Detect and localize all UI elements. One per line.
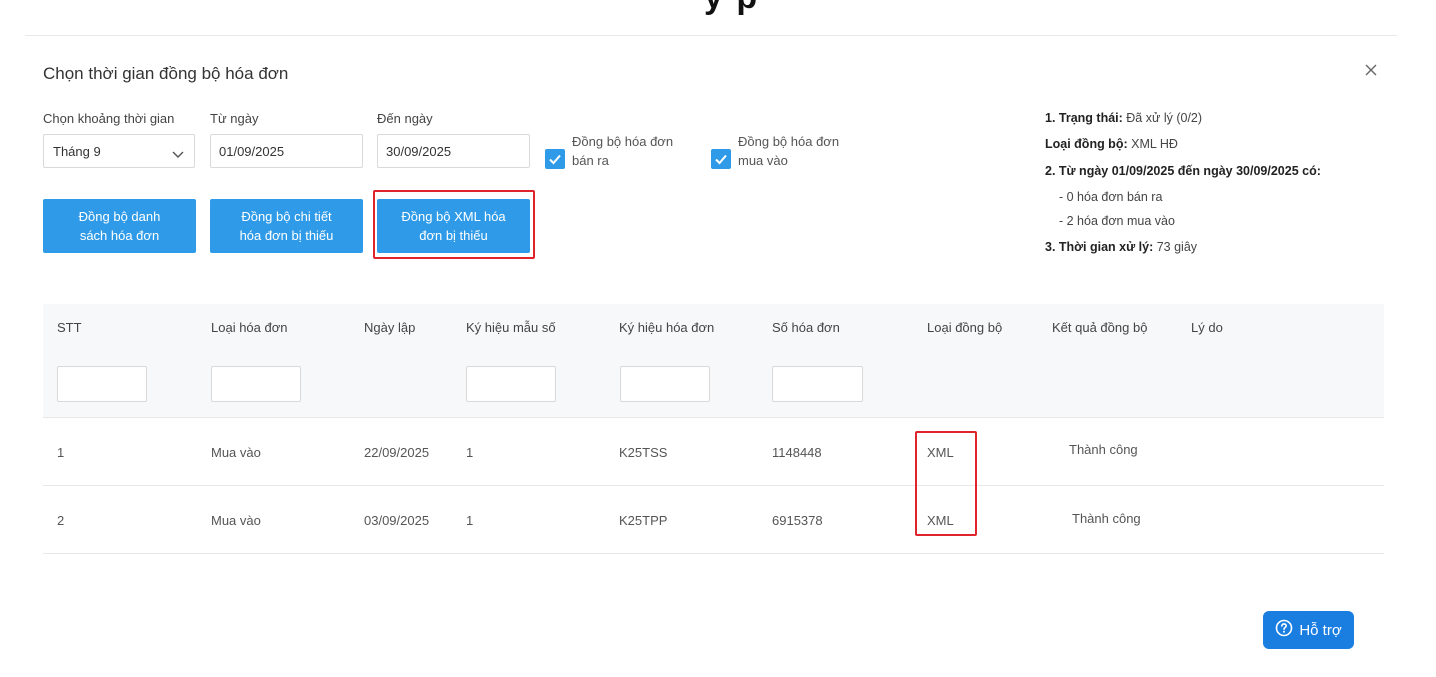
- cell-issue-date: 22/09/2025: [364, 445, 430, 460]
- sync-invoice-list-label-2: sách hóa đơn: [79, 228, 160, 243]
- question-circle-icon: [1275, 619, 1293, 641]
- info-sync-type: Loại đồng bộ: XML HĐ: [1045, 137, 1178, 151]
- cell-template-code: 1: [466, 445, 474, 460]
- from-date-label: Từ ngày: [210, 111, 259, 126]
- period-label: Chọn khoảng thời gian: [43, 111, 175, 126]
- sync-buy-checkbox[interactable]: [711, 149, 731, 169]
- cell-invoice-type: Mua vào: [211, 513, 261, 528]
- info-time-label: 3. Thời gian xử lý:: [1045, 240, 1154, 254]
- col-header-sync-result: Kết quả đồng bộ: [1052, 320, 1148, 335]
- info-sell-count: - 0 hóa đơn bán ra: [1059, 190, 1163, 204]
- info-time: 3. Thời gian xử lý: 73 giây: [1045, 240, 1197, 254]
- sync-missing-detail-button[interactable]: Đồng bộ chi tiết hóa đơn bị thiếu: [210, 199, 363, 253]
- col-header-template-code: Ký hiệu mẫu số: [466, 320, 556, 335]
- chevron-down-icon: [172, 146, 184, 164]
- cell-stt: 2: [57, 513, 65, 528]
- cell-invoice-number: 6915378: [772, 513, 823, 528]
- info-buy-count: - 2 hóa đơn mua vào: [1059, 214, 1175, 228]
- col-header-stt: STT: [57, 320, 82, 335]
- checkmark-icon: [549, 154, 561, 165]
- highlight-box-xml-button: [373, 190, 535, 259]
- close-icon[interactable]: [1363, 62, 1379, 78]
- sync-invoice-list-label-1: Đồng bộ danh: [78, 209, 161, 224]
- highlight-box-sync-type: [915, 431, 977, 536]
- to-date-input[interactable]: [377, 134, 530, 168]
- info-range-text: 2. Từ ngày 01/09/2025 đến ngày 30/09/202…: [1045, 164, 1321, 178]
- info-status-value: Đã xử lý (0/2): [1126, 111, 1203, 125]
- period-select[interactable]: Tháng 9: [43, 134, 195, 168]
- col-header-invoice-number: Số hóa đơn: [772, 320, 840, 335]
- sync-buy-label-2: mua vào: [738, 153, 788, 168]
- help-button[interactable]: Hỗ trợ: [1263, 611, 1354, 649]
- info-sync-type-value: XML HĐ: [1131, 137, 1178, 151]
- filter-invoice-number-input[interactable]: [772, 366, 863, 402]
- checkmark-icon: [715, 154, 727, 165]
- help-button-label: Hỗ trợ: [1299, 621, 1342, 639]
- filter-stt-input[interactable]: [57, 366, 147, 402]
- info-status-label: 1. Trạng thái:: [1045, 111, 1123, 125]
- row-divider: [43, 417, 1384, 418]
- from-date-input[interactable]: [210, 134, 363, 168]
- row-divider: [43, 485, 1384, 486]
- cell-sync-result: Thành công: [1069, 442, 1138, 457]
- col-header-sync-type: Loại đồng bộ: [927, 320, 1003, 335]
- col-header-issue-date: Ngày lập: [364, 320, 416, 335]
- sync-sell-label: Đồng bộ hóa đơn: [572, 134, 674, 149]
- info-range: 2. Từ ngày 01/09/2025 đến ngày 30/09/202…: [1045, 164, 1321, 178]
- filter-invoice-symbol-input[interactable]: [620, 366, 710, 402]
- col-header-invoice-type: Loại hóa đơn: [211, 320, 288, 335]
- page-heading-fragment: y p: [704, 0, 759, 17]
- sync-sell-label-2: bán ra: [572, 153, 609, 168]
- sync-invoice-list-button[interactable]: Đồng bộ danh sách hóa đơn: [43, 199, 196, 253]
- cell-invoice-symbol: K25TPP: [619, 513, 668, 528]
- cell-issue-date: 03/09/2025: [364, 513, 430, 528]
- info-status: 1. Trạng thái: Đã xử lý (0/2): [1045, 111, 1202, 125]
- cell-invoice-number: 1148448: [772, 445, 822, 460]
- to-date-label: Đến ngày: [377, 111, 433, 126]
- modal-title: Chọn thời gian đồng bộ hóa đơn: [43, 64, 289, 83]
- filter-invoice-type-input[interactable]: [211, 366, 301, 402]
- sync-sell-checkbox[interactable]: [545, 149, 565, 169]
- cell-invoice-type: Mua vào: [211, 445, 261, 460]
- sync-missing-detail-label-1: Đồng bộ chi tiết: [241, 209, 332, 224]
- cell-template-code: 1: [466, 513, 474, 528]
- period-select-value: Tháng 9: [53, 144, 101, 159]
- cell-invoice-symbol: K25TSS: [619, 445, 668, 460]
- cell-sync-result: Thành công: [1072, 511, 1141, 526]
- col-header-invoice-symbol: Ký hiệu hóa đơn: [619, 320, 715, 335]
- sync-invoice-modal: Chọn thời gian đồng bộ hóa đơn Chọn khoả…: [25, 35, 1397, 677]
- cell-stt: 1: [57, 445, 65, 460]
- info-sync-type-label: Loại đồng bộ:: [1045, 137, 1128, 151]
- sync-buy-label: Đồng bộ hóa đơn: [738, 134, 840, 149]
- info-time-value: 73 giây: [1156, 240, 1198, 254]
- filter-template-code-input[interactable]: [466, 366, 556, 402]
- sync-missing-detail-label-2: hóa đơn bị thiếu: [239, 228, 334, 243]
- row-divider: [43, 553, 1384, 554]
- col-header-reason: Lý do: [1191, 320, 1223, 335]
